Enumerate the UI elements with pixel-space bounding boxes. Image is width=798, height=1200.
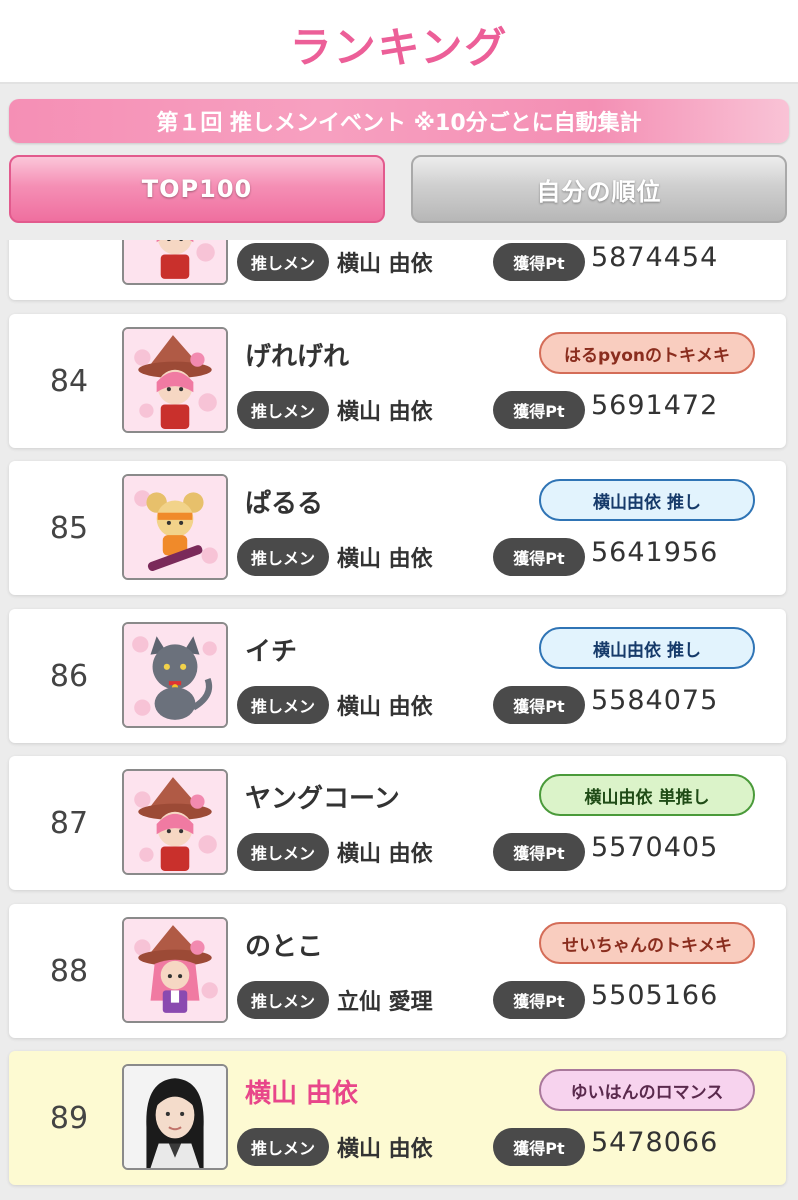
rank-number: 86 bbox=[49, 658, 89, 694]
ranking-row-self[interactable]: 89 横山 由依 ゆいはんのロマンス 推しメン 横山 由依 獲得Pt 54780… bbox=[9, 1051, 786, 1185]
oshi-member-label: 推しメン bbox=[237, 686, 329, 724]
witch-character-icon bbox=[122, 769, 228, 875]
oshi-member-label: 推しメン bbox=[237, 981, 329, 1019]
ranking-row[interactable]: 84 げれげれ はるpyonのトキメキ 推しメン 横山 由依 獲得Pt 5691… bbox=[9, 314, 786, 448]
ranking-row[interactable]: 85 ぱるる 横山由依 推し 推しメン 横山 由依 獲得Pt 5641956 bbox=[9, 461, 786, 595]
rank-number: 89 bbox=[49, 1100, 89, 1136]
title-badge: 横山由依 単推し bbox=[539, 774, 755, 816]
title-badge: はるpyonのトキメキ bbox=[539, 332, 755, 374]
oshi-member-label: 推しメン bbox=[237, 833, 329, 871]
points-label: 獲得Pt bbox=[493, 391, 585, 429]
user-name: 横山 由依 bbox=[245, 1079, 359, 1109]
points-label: 獲得Pt bbox=[493, 981, 585, 1019]
points-value: 5478066 bbox=[591, 1127, 719, 1158]
user-name: イチ bbox=[245, 637, 298, 667]
oshi-member-name: 横山 由依 bbox=[337, 695, 433, 720]
oshi-member-label: 推しメン bbox=[237, 391, 329, 429]
rank-number: 88 bbox=[49, 953, 89, 989]
rank-number: 84 bbox=[49, 363, 89, 399]
points-value: 5505166 bbox=[591, 980, 719, 1011]
page-title: ランキング bbox=[289, 23, 509, 72]
points-label: 獲得Pt bbox=[493, 538, 585, 576]
title-badge: ゆいはんのロマンス bbox=[539, 1069, 755, 1111]
ranking-row[interactable]: 推しメン 横山 由依 獲得Pt 5874454 bbox=[9, 240, 786, 300]
points-value: 5584075 bbox=[591, 685, 719, 716]
ranking-list[interactable]: 推しメン 横山 由依 獲得Pt 5874454 84 げれげれ はるpyonのト… bbox=[0, 240, 798, 1200]
cat-character-icon bbox=[122, 622, 228, 728]
points-value: 5874454 bbox=[591, 242, 719, 273]
oshi-member-label: 推しメン bbox=[237, 538, 329, 576]
witch-character-icon bbox=[122, 240, 228, 285]
points-label: 獲得Pt bbox=[493, 833, 585, 871]
tab-top100[interactable]: TOP100 bbox=[9, 155, 385, 223]
event-banner: 第１回 推しメンイベント ※10分ごとに自動集計 bbox=[9, 99, 789, 143]
user-name: ヤングコーン bbox=[245, 784, 400, 814]
points-value: 5570405 bbox=[591, 832, 719, 863]
points-value: 5641956 bbox=[591, 537, 719, 568]
page-header: ランキング bbox=[0, 0, 798, 84]
oshi-member-name: 横山 由依 bbox=[337, 1137, 433, 1162]
oshi-member-label: 推しメン bbox=[237, 1128, 329, 1166]
rank-number: 85 bbox=[49, 510, 89, 546]
points-label: 獲得Pt bbox=[493, 686, 585, 724]
user-name: のとこ bbox=[245, 932, 324, 962]
oshi-member-name: 横山 由依 bbox=[337, 400, 433, 425]
oshi-member-name: 横山 由依 bbox=[337, 252, 433, 277]
ranking-row[interactable]: 87 ヤングコーン 横山由依 単推し 推しメン 横山 由依 獲得Pt 55704… bbox=[9, 756, 786, 890]
rank-number bbox=[29, 240, 109, 300]
user-name: げれげれ bbox=[245, 342, 350, 372]
mouse-character-icon bbox=[122, 474, 228, 580]
points-label: 獲得Pt bbox=[493, 243, 585, 281]
oshi-member-name: 立仙 愛理 bbox=[337, 990, 433, 1015]
witch-character-icon bbox=[122, 327, 228, 433]
user-name: ぱるる bbox=[245, 489, 324, 519]
ranking-row[interactable]: 86 イチ 横山由依 推し 推しメン 横山 由依 獲得Pt 5584075 bbox=[9, 609, 786, 743]
title-badge: せいちゃんのトキメキ bbox=[539, 922, 755, 964]
points-label: 獲得Pt bbox=[493, 1128, 585, 1166]
oshi-member-name: 横山 由依 bbox=[337, 547, 433, 572]
title-badge: 横山由依 推し bbox=[539, 627, 755, 669]
oshi-member-label: 推しメン bbox=[237, 243, 329, 281]
rank-number: 87 bbox=[49, 805, 89, 841]
points-value: 5691472 bbox=[591, 390, 719, 421]
member-photo bbox=[122, 1064, 228, 1170]
ranking-row[interactable]: 88 のとこ せいちゃんのトキメキ 推しメン 立仙 愛理 獲得Pt 550516… bbox=[9, 904, 786, 1038]
tab-my-rank[interactable]: 自分の順位 bbox=[411, 155, 787, 223]
witch-girl-character-icon bbox=[122, 917, 228, 1023]
title-badge: 横山由依 推し bbox=[539, 479, 755, 521]
oshi-member-name: 横山 由依 bbox=[337, 842, 433, 867]
